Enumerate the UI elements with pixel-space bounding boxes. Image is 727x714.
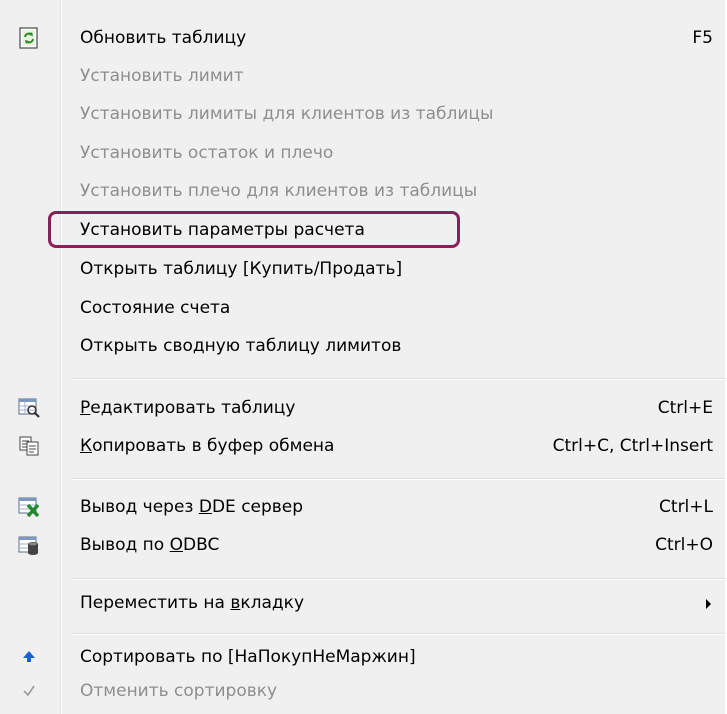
menu-item-label: Отменить сортировку xyxy=(80,681,278,701)
menu-item-label: Состояние счета xyxy=(80,298,231,318)
copy-icon xyxy=(18,435,40,457)
menu-item-shortcut: Ctrl+O xyxy=(655,535,713,555)
menu-item-set-leverage-from-table[interactable]: Установить плечо для клиентов из таблицы xyxy=(0,172,727,210)
menu-item-label: Сортировать по [НаПокупНеМаржин] xyxy=(80,647,416,667)
menu-item-label: Установить параметры расчета xyxy=(80,220,365,240)
menu-item-cancel-sort[interactable]: Отменить сортировку xyxy=(0,672,727,710)
label-accelerator: O xyxy=(169,535,183,555)
menu-item-label: Копировать в буфер обмена xyxy=(80,427,334,465)
label-suffix: едактировать таблицу xyxy=(90,398,296,418)
menu-item-label: Установить лимиты для клиентов из таблиц… xyxy=(80,104,494,124)
label-suffix: кладку xyxy=(240,593,305,613)
label-prefix: Вывод через xyxy=(80,497,199,517)
excel-dde-icon xyxy=(18,496,40,518)
menu-item-set-calc-params[interactable]: Установить параметры расчета xyxy=(0,211,727,249)
label-suffix: DBC xyxy=(182,535,220,555)
menu-item-label: Установить остаток и плечо xyxy=(80,143,334,163)
menu-item-refresh-table[interactable]: Обновить таблицу F5 xyxy=(0,19,727,57)
menu-item-set-balance-leverage[interactable]: Установить остаток и плечо xyxy=(0,134,727,172)
menu-item-shortcut: Ctrl+E xyxy=(657,398,713,418)
checkmark-icon xyxy=(18,680,40,702)
edit-table-icon xyxy=(18,397,40,419)
label-accelerator: К xyxy=(80,436,93,456)
menu-item-shortcut: F5 xyxy=(692,28,713,48)
menu-item-open-buy-sell-table[interactable]: Открыть таблицу [Купить/Продать] xyxy=(0,250,727,288)
menu-item-edit-table[interactable]: Редактировать таблицу Ctrl+E xyxy=(0,389,727,427)
label-accelerator: D xyxy=(198,497,212,517)
menu-item-label: Вывод через DDE сервер xyxy=(80,488,303,526)
menu-item-copy-clipboard[interactable]: Копировать в буфер обмена Ctrl+C, Ctrl+I… xyxy=(0,427,727,465)
menu-item-move-to-tab[interactable]: Переместить на вкладку xyxy=(0,584,727,622)
menu-item-odbc-output[interactable]: Вывод по ODBC Ctrl+O xyxy=(0,526,727,564)
odbc-icon xyxy=(18,534,40,556)
label-accelerator: в xyxy=(230,593,241,613)
menu-item-label: Установить лимит xyxy=(80,66,244,86)
menu-item-label: Открыть сводную таблицу лимитов xyxy=(80,336,402,356)
menu-item-label: Редактировать таблицу xyxy=(80,389,295,427)
menu-item-label: Установить плечо для клиентов из таблицы xyxy=(80,181,478,201)
sort-up-arrow-icon xyxy=(18,646,40,668)
submenu-arrow-icon xyxy=(706,599,711,609)
menu-item-set-limits-from-table[interactable]: Установить лимиты для клиентов из таблиц… xyxy=(0,95,727,133)
menu-separator xyxy=(72,633,727,635)
menu-item-label: Переместить на вкладку xyxy=(80,584,304,622)
refresh-table-icon xyxy=(18,27,40,49)
menu-item-account-state[interactable]: Состояние счета xyxy=(0,289,727,327)
menu-item-label: Открыть таблицу [Купить/Продать] xyxy=(80,259,403,279)
label-accelerator: Р xyxy=(80,398,91,418)
menu-item-label: Вывод по ODBC xyxy=(80,526,219,564)
menu-item-open-summary-limits[interactable]: Открыть сводную таблицу лимитов xyxy=(0,327,727,365)
menu-separator xyxy=(72,478,727,480)
menu-item-label: Обновить таблицу xyxy=(80,28,247,48)
menu-item-dde-output[interactable]: Вывод через DDE сервер Ctrl+L xyxy=(0,488,727,526)
menu-item-set-limit[interactable]: Установить лимит xyxy=(0,57,727,95)
menu-item-shortcut: Ctrl+L xyxy=(659,497,713,517)
label-suffix: DE сервер xyxy=(211,497,304,517)
menu-item-sort-by[interactable]: Сортировать по [НаПокупНеМаржин] xyxy=(0,638,727,676)
label-prefix: Вывод по xyxy=(80,535,170,555)
label-prefix: Переместить на xyxy=(80,593,231,613)
context-menu: Обновить таблицу F5 Установить лимит Уст… xyxy=(0,0,727,714)
menu-item-shortcut: Ctrl+C, Ctrl+Insert xyxy=(552,436,713,456)
label-suffix: опировать в буфер обмена xyxy=(92,436,335,456)
menu-separator xyxy=(72,578,727,580)
menu-separator xyxy=(72,378,727,380)
